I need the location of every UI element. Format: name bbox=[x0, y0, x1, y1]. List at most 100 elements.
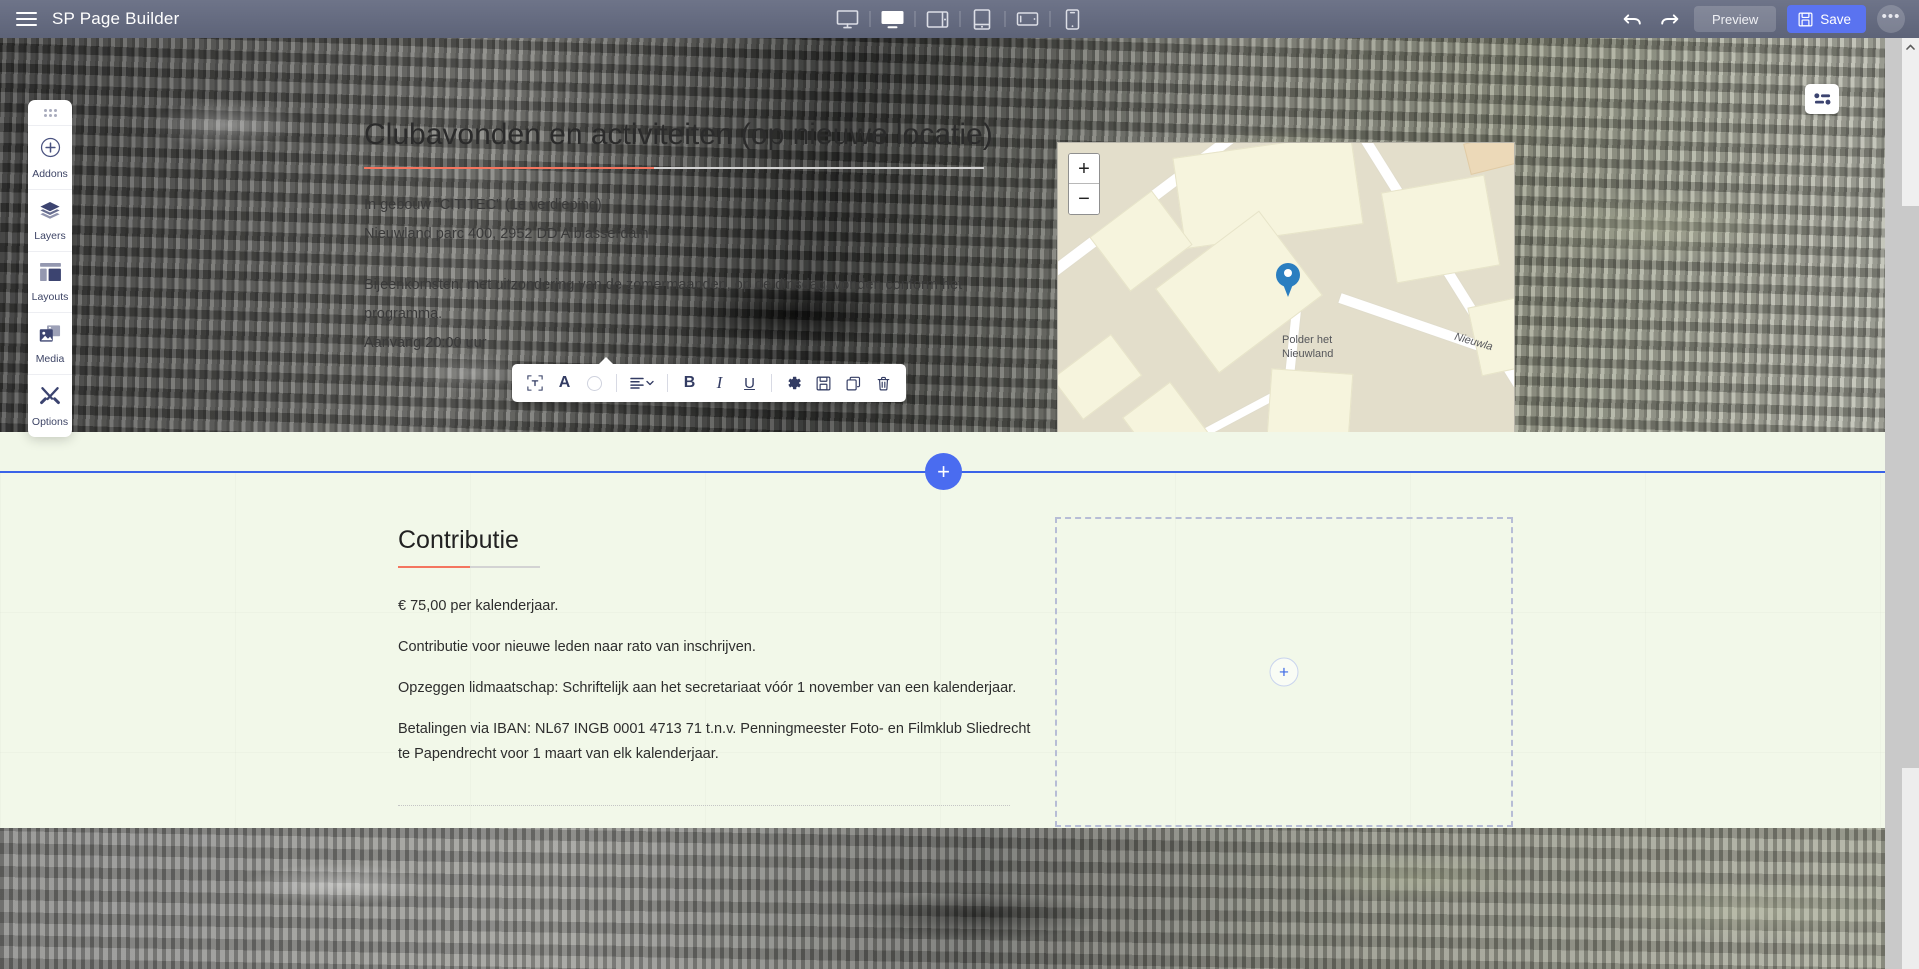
plus-circle-icon bbox=[40, 137, 61, 163]
map-building bbox=[1463, 143, 1514, 175]
delete-trash-icon[interactable] bbox=[870, 370, 897, 397]
hamburger-menu-icon[interactable] bbox=[0, 0, 52, 38]
sidebar-item-layers[interactable]: Layers bbox=[28, 190, 72, 252]
map-label-polder: Polder het bbox=[1282, 334, 1333, 346]
dot bbox=[53, 113, 57, 117]
underline-button[interactable]: U bbox=[736, 370, 763, 397]
sidebar-label-addons: Addons bbox=[32, 168, 68, 180]
contributie-heading: Contributie bbox=[398, 526, 519, 554]
hero-heading: Clubavonden en activiteiten (op nieuwe l… bbox=[364, 118, 993, 151]
page-canvas[interactable]: Clubavonden en activiteiten (op nieuwe l… bbox=[0, 38, 1885, 969]
hero-line: Nieuwland parc 400, 2952 DD Alblasserdam bbox=[364, 225, 649, 242]
hero-text-block[interactable]: Clubavonden en activiteiten (op nieuwe l… bbox=[364, 116, 1004, 358]
app-title: SP Page Builder bbox=[52, 9, 180, 28]
footer-background-image bbox=[0, 828, 1885, 969]
map-building bbox=[1058, 333, 1143, 421]
media-images-icon bbox=[39, 324, 61, 348]
app-header: SP Page Builder Preview Save ••• bbox=[0, 0, 1919, 38]
sidebar-label-layers: Layers bbox=[34, 230, 66, 242]
add-addon-button[interactable]: + bbox=[1269, 657, 1299, 687]
hero-line: programma. bbox=[364, 305, 443, 322]
text-align-icon[interactable] bbox=[625, 370, 659, 397]
device-desktop-icon[interactable] bbox=[870, 0, 914, 38]
device-switcher bbox=[825, 0, 1094, 38]
header-actions: Preview Save ••• bbox=[1620, 0, 1905, 38]
contributie-paragraph: Contributie voor nieuwe leden naar rato … bbox=[398, 639, 756, 655]
map-building bbox=[1380, 174, 1501, 284]
tools-wrench-screwdriver-icon bbox=[39, 386, 61, 411]
italic-button[interactable]: I bbox=[706, 370, 733, 397]
empty-addon-slot[interactable] bbox=[398, 805, 1010, 815]
hamburger-line bbox=[15, 24, 37, 26]
font-family-icon[interactable]: A bbox=[551, 370, 578, 397]
add-row-button[interactable]: + bbox=[925, 453, 962, 490]
device-tablet-portrait-icon[interactable] bbox=[960, 0, 1004, 38]
canvas-gutter bbox=[1885, 38, 1919, 969]
toolbar-separator bbox=[771, 374, 772, 392]
preview-button[interactable]: Preview bbox=[1693, 6, 1777, 32]
toolbar-separator bbox=[667, 374, 668, 392]
scroll-up-arrow-icon[interactable] bbox=[1902, 38, 1919, 55]
map-zoom-in-button[interactable]: + bbox=[1069, 154, 1099, 184]
hamburger-line bbox=[15, 18, 37, 20]
more-options-button[interactable]: ••• bbox=[1877, 5, 1905, 33]
map-building bbox=[1264, 368, 1354, 432]
device-mobile-landscape-icon[interactable] bbox=[1005, 0, 1049, 38]
layers-icon bbox=[39, 201, 61, 225]
dot bbox=[43, 108, 47, 112]
section-clubavonden[interactable]: Clubavonden en activiteiten (op nieuwe l… bbox=[0, 38, 1885, 432]
save-button[interactable]: Save bbox=[1787, 5, 1866, 33]
dot bbox=[48, 113, 52, 117]
sidebar-label-media: Media bbox=[35, 353, 65, 365]
empty-column-placeholder[interactable]: + bbox=[1055, 517, 1513, 827]
device-tablet-landscape-icon[interactable] bbox=[915, 0, 959, 38]
contributie-text-block[interactable]: Contributie € 75,00 per kalenderjaar. Co… bbox=[398, 526, 1038, 783]
sidebar-label-layouts: Layouts bbox=[31, 291, 69, 303]
drag-dots-icon bbox=[43, 108, 57, 117]
heading-underline bbox=[364, 166, 984, 169]
color-swatch bbox=[587, 375, 602, 391]
sidebar-label-options: Options bbox=[31, 416, 69, 428]
heading-underline bbox=[398, 566, 540, 568]
duplicate-icon[interactable] bbox=[840, 370, 867, 397]
dot bbox=[43, 113, 47, 117]
text-color-icon[interactable] bbox=[581, 370, 608, 397]
sidebar-drag-handle[interactable] bbox=[28, 100, 72, 126]
sidebar-item-layouts[interactable]: Layouts bbox=[28, 252, 72, 313]
vertical-scrollbar-track[interactable] bbox=[1902, 38, 1919, 969]
settings-gear-icon[interactable] bbox=[780, 370, 807, 397]
device-mobile-portrait-icon[interactable] bbox=[1050, 0, 1094, 38]
save-addon-icon[interactable] bbox=[810, 370, 837, 397]
map-zoom-out-button[interactable]: − bbox=[1069, 184, 1099, 214]
toolbar-separator bbox=[616, 374, 617, 392]
undo-icon[interactable] bbox=[1620, 6, 1646, 32]
contributie-paragraph: € 75,00 per kalenderjaar. bbox=[398, 598, 559, 614]
sidebar-item-addons[interactable]: Addons bbox=[28, 126, 72, 190]
map-widget[interactable]: Polder het Nieuwland Nieuwla + − bbox=[1057, 142, 1515, 432]
hero-line: In gebouw “CITITEC” (1e verdieping) bbox=[364, 196, 602, 213]
dot bbox=[53, 108, 57, 112]
map-marker-pin-icon[interactable] bbox=[1276, 263, 1300, 297]
sidebar-item-media[interactable]: Media bbox=[28, 313, 72, 375]
sidebar-item-options[interactable]: Options bbox=[28, 375, 72, 437]
contributie-paragraph: Opzeggen lidmaatschap: Schriftelijk aan … bbox=[398, 680, 1017, 696]
redo-icon[interactable] bbox=[1657, 6, 1683, 32]
inline-text-toolbar[interactable]: A B I U bbox=[512, 357, 906, 402]
builder-sidebar[interactable]: Addons Layers Layouts Media Options bbox=[28, 100, 72, 437]
vertical-scrollbar-thumb[interactable] bbox=[1902, 38, 1919, 206]
map-zoom-controls[interactable]: + − bbox=[1068, 153, 1100, 215]
scrollbar-lower-region[interactable] bbox=[1902, 768, 1919, 969]
text-size-icon[interactable] bbox=[521, 370, 548, 397]
hamburger-line bbox=[15, 12, 37, 14]
hero-line: Aanvang 20:00 uur bbox=[364, 334, 487, 351]
layout-columns-icon[interactable] bbox=[1805, 84, 1839, 114]
pin-dot bbox=[1284, 269, 1292, 277]
floppy-disk-icon bbox=[1798, 12, 1813, 27]
bold-button[interactable]: B bbox=[676, 370, 703, 397]
footer-stone-texture bbox=[0, 828, 1885, 969]
contributie-paragraph: Betalingen via IBAN: NL67 INGB 0001 4713… bbox=[398, 721, 1031, 762]
section-contributie[interactable]: Contributie € 75,00 per kalenderjaar. Co… bbox=[0, 473, 1885, 828]
device-desktop-large-icon[interactable] bbox=[825, 0, 869, 38]
hero-line: Bijeenkomsten, met uitzondering van de z… bbox=[364, 276, 963, 293]
